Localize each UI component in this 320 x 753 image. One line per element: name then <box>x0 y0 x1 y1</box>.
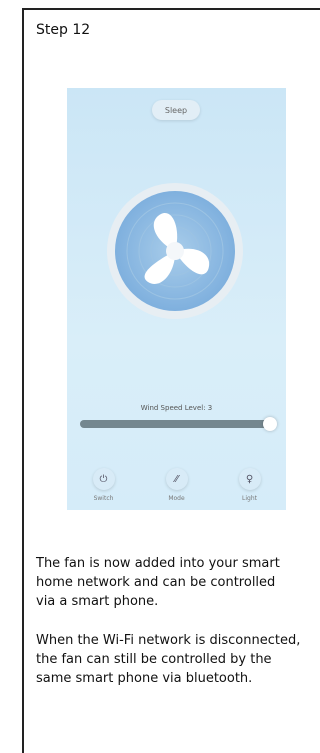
p1-line: via a smart phone. <box>36 594 159 609</box>
light-control[interactable]: ♀ Light <box>225 458 275 510</box>
bulb-icon[interactable]: ♀ <box>238 468 261 490</box>
mode-label: Mode <box>168 495 185 502</box>
light-label: Light <box>242 495 257 502</box>
wind-speed-label: Wind Speed Level: 3 <box>140 404 213 412</box>
p1-line: The fan is now added into your smart <box>36 556 280 571</box>
control-bar: ⏻ Switch ⁄⁄ Mode ♀ Light <box>67 458 286 510</box>
wind-speed-slider[interactable] <box>80 417 277 431</box>
slider-fill <box>80 420 270 428</box>
power-icon[interactable]: ⏻ <box>92 468 115 490</box>
switch-label: Switch <box>93 495 114 502</box>
fan-icon <box>107 183 243 319</box>
slider-thumb[interactable] <box>263 417 277 431</box>
p1-line: home network and can be controlled <box>36 575 276 590</box>
app-screenshot: Sleep Wind Speed Level: 3 ⏻ Switch ⁄⁄ Mo… <box>67 88 286 510</box>
switch-control[interactable]: ⏻ Switch <box>79 458 129 510</box>
p2-line: same smart phone via bluetooth. <box>36 671 253 686</box>
p2-line: the fan can still be controlled by the <box>36 652 272 667</box>
step-title: Step 12 <box>36 22 91 38</box>
paragraph-bluetooth: When the Wi-Fi network is disconnected, … <box>36 631 320 688</box>
mode-control[interactable]: ⁄⁄ Mode <box>152 458 202 510</box>
paragraph-added: The fan is now added into your smart hom… <box>36 554 320 611</box>
p2-line: When the Wi-Fi network is disconnected, <box>36 633 301 648</box>
mode-icon[interactable]: ⁄⁄ <box>165 468 188 490</box>
mode-button[interactable]: Sleep <box>152 100 200 120</box>
